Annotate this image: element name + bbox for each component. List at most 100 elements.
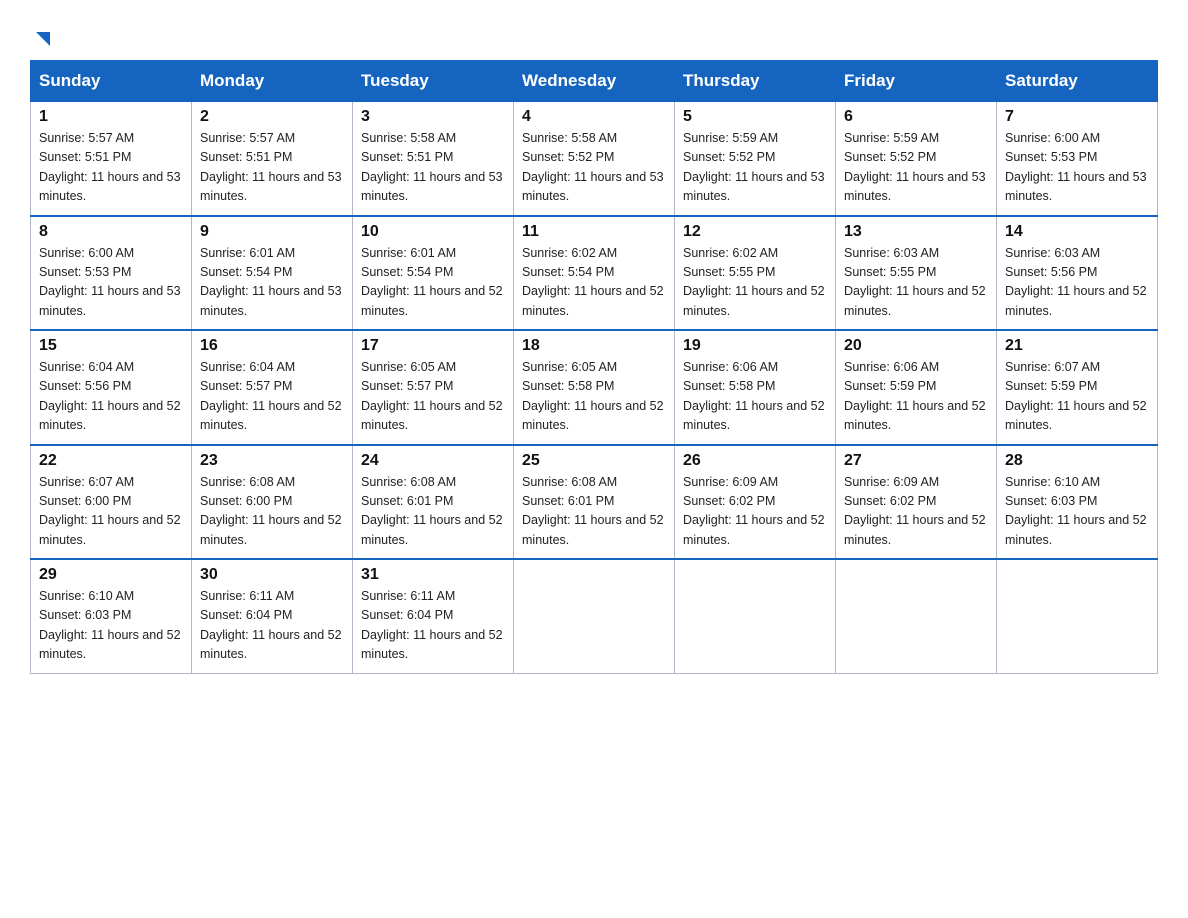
- day-number: 3: [361, 108, 505, 126]
- day-info: Sunrise: 6:03 AMSunset: 5:56 PMDaylight:…: [1005, 244, 1149, 322]
- weekday-header-row: SundayMondayTuesdayWednesdayThursdayFrid…: [31, 61, 1158, 102]
- calendar-cell: [997, 559, 1158, 673]
- calendar-cell: 8Sunrise: 6:00 AMSunset: 5:53 PMDaylight…: [31, 216, 192, 331]
- day-info: Sunrise: 6:05 AMSunset: 5:58 PMDaylight:…: [522, 358, 666, 436]
- calendar-cell: [514, 559, 675, 673]
- day-number: 5: [683, 108, 827, 126]
- day-number: 2: [200, 108, 344, 126]
- logo-triangle-icon: [32, 28, 54, 50]
- calendar-cell: 6Sunrise: 5:59 AMSunset: 5:52 PMDaylight…: [836, 102, 997, 216]
- calendar-cell: 3 Sunrise: 5:58 AMSunset: 5:51 PMDaylight…: [353, 102, 514, 216]
- day-number: 31: [361, 566, 505, 584]
- weekday-header-thursday: Thursday: [675, 61, 836, 102]
- day-info: Sunrise: 5:57 AMSunset: 5:51 PMDaylight:…: [39, 129, 183, 207]
- day-info: Sunrise: 6:07 AMSunset: 5:59 PMDaylight:…: [1005, 358, 1149, 436]
- calendar-week-row: 29 Sunrise: 6:10 AMSunset: 6:03 PMDayligh…: [31, 559, 1158, 673]
- day-info: Sunrise: 6:00 AMSunset: 5:53 PMDaylight:…: [39, 244, 183, 322]
- calendar-cell: 27Sunrise: 6:09 AMSunset: 6:02 PMDayligh…: [836, 445, 997, 560]
- day-info: Sunrise: 5:57 AMSunset: 5:51 PMDaylight:…: [200, 129, 344, 207]
- calendar-cell: 7Sunrise: 6:00 AMSunset: 5:53 PMDaylight…: [997, 102, 1158, 216]
- calendar-week-row: 22 Sunrise: 6:07 AMSunset: 6:00 PMDayligh…: [31, 445, 1158, 560]
- day-number: 23: [200, 452, 344, 470]
- day-info: Sunrise: 6:10 AMSunset: 6:03 PMDaylight:…: [39, 587, 183, 665]
- day-number: 1: [39, 108, 183, 126]
- day-number: 27: [844, 452, 988, 470]
- day-info: Sunrise: 6:03 AMSunset: 5:55 PMDaylight:…: [844, 244, 988, 322]
- day-number: 16: [200, 337, 344, 355]
- day-info: Sunrise: 6:02 AMSunset: 5:55 PMDaylight:…: [683, 244, 827, 322]
- weekday-header-monday: Monday: [192, 61, 353, 102]
- weekday-header-wednesday: Wednesday: [514, 61, 675, 102]
- calendar-cell: 12Sunrise: 6:02 AMSunset: 5:55 PMDayligh…: [675, 216, 836, 331]
- day-number: 13: [844, 223, 988, 241]
- day-number: 11: [522, 223, 666, 241]
- calendar-week-row: 15Sunrise: 6:04 AMSunset: 5:56 PMDayligh…: [31, 330, 1158, 445]
- day-info: Sunrise: 6:10 AMSunset: 6:03 PMDaylight:…: [1005, 473, 1149, 551]
- calendar-cell: 29 Sunrise: 6:10 AMSunset: 6:03 PMDayligh…: [31, 559, 192, 673]
- calendar-cell: 16 Sunrise: 6:04 AMSunset: 5:57 PMDayligh…: [192, 330, 353, 445]
- day-number: 14: [1005, 223, 1149, 241]
- calendar-cell: [836, 559, 997, 673]
- calendar-cell: 18 Sunrise: 6:05 AMSunset: 5:58 PMDayligh…: [514, 330, 675, 445]
- weekday-header-friday: Friday: [836, 61, 997, 102]
- calendar-cell: [675, 559, 836, 673]
- calendar-cell: 2 Sunrise: 5:57 AMSunset: 5:51 PMDaylight…: [192, 102, 353, 216]
- day-info: Sunrise: 5:59 AMSunset: 5:52 PMDaylight:…: [844, 129, 988, 207]
- day-info: Sunrise: 6:08 AMSunset: 6:01 PMDaylight:…: [522, 473, 666, 551]
- day-number: 26: [683, 452, 827, 470]
- day-info: Sunrise: 6:04 AMSunset: 5:57 PMDaylight:…: [200, 358, 344, 436]
- calendar-cell: 17 Sunrise: 6:05 AMSunset: 5:57 PMDayligh…: [353, 330, 514, 445]
- calendar-cell: 5 Sunrise: 5:59 AMSunset: 5:52 PMDaylight…: [675, 102, 836, 216]
- day-info: Sunrise: 6:01 AMSunset: 5:54 PMDaylight:…: [361, 244, 505, 322]
- day-number: 30: [200, 566, 344, 584]
- calendar-cell: 23 Sunrise: 6:08 AMSunset: 6:00 PMDayligh…: [192, 445, 353, 560]
- day-number: 24: [361, 452, 505, 470]
- day-info: Sunrise: 6:08 AMSunset: 6:01 PMDaylight:…: [361, 473, 505, 551]
- day-info: Sunrise: 6:06 AMSunset: 5:58 PMDaylight:…: [683, 358, 827, 436]
- calendar-cell: 31Sunrise: 6:11 AMSunset: 6:04 PMDayligh…: [353, 559, 514, 673]
- calendar-cell: 4 Sunrise: 5:58 AMSunset: 5:52 PMDaylight…: [514, 102, 675, 216]
- calendar-cell: 24 Sunrise: 6:08 AMSunset: 6:01 PMDayligh…: [353, 445, 514, 560]
- calendar-cell: 21 Sunrise: 6:07 AMSunset: 5:59 PMDayligh…: [997, 330, 1158, 445]
- day-number: 10: [361, 223, 505, 241]
- day-number: 21: [1005, 337, 1149, 355]
- day-info: Sunrise: 6:08 AMSunset: 6:00 PMDaylight:…: [200, 473, 344, 551]
- calendar-cell: 19 Sunrise: 6:06 AMSunset: 5:58 PMDayligh…: [675, 330, 836, 445]
- calendar-cell: 11 Sunrise: 6:02 AMSunset: 5:54 PMDayligh…: [514, 216, 675, 331]
- day-number: 25: [522, 452, 666, 470]
- calendar-cell: 30 Sunrise: 6:11 AMSunset: 6:04 PMDayligh…: [192, 559, 353, 673]
- calendar-cell: 26 Sunrise: 6:09 AMSunset: 6:02 PMDayligh…: [675, 445, 836, 560]
- day-number: 18: [522, 337, 666, 355]
- day-info: Sunrise: 6:05 AMSunset: 5:57 PMDaylight:…: [361, 358, 505, 436]
- day-info: Sunrise: 5:59 AMSunset: 5:52 PMDaylight:…: [683, 129, 827, 207]
- calendar-week-row: 8Sunrise: 6:00 AMSunset: 5:53 PMDaylight…: [31, 216, 1158, 331]
- day-number: 9: [200, 223, 344, 241]
- day-number: 29: [39, 566, 183, 584]
- logo: [30, 20, 54, 50]
- day-number: 17: [361, 337, 505, 355]
- calendar-week-row: 1 Sunrise: 5:57 AMSunset: 5:51 PMDaylight…: [31, 102, 1158, 216]
- calendar-cell: 28 Sunrise: 6:10 AMSunset: 6:03 PMDayligh…: [997, 445, 1158, 560]
- calendar-cell: 25 Sunrise: 6:08 AMSunset: 6:01 PMDayligh…: [514, 445, 675, 560]
- day-info: Sunrise: 6:01 AMSunset: 5:54 PMDaylight:…: [200, 244, 344, 322]
- day-number: 28: [1005, 452, 1149, 470]
- day-info: Sunrise: 6:02 AMSunset: 5:54 PMDaylight:…: [522, 244, 666, 322]
- day-number: 4: [522, 108, 666, 126]
- calendar-cell: 13 Sunrise: 6:03 AMSunset: 5:55 PMDayligh…: [836, 216, 997, 331]
- day-number: 20: [844, 337, 988, 355]
- weekday-header-tuesday: Tuesday: [353, 61, 514, 102]
- day-info: Sunrise: 5:58 AMSunset: 5:52 PMDaylight:…: [522, 129, 666, 207]
- day-info: Sunrise: 6:07 AMSunset: 6:00 PMDaylight:…: [39, 473, 183, 551]
- day-info: Sunrise: 5:58 AMSunset: 5:51 PMDaylight:…: [361, 129, 505, 207]
- day-info: Sunrise: 6:00 AMSunset: 5:53 PMDaylight:…: [1005, 129, 1149, 207]
- calendar-cell: 20Sunrise: 6:06 AMSunset: 5:59 PMDayligh…: [836, 330, 997, 445]
- weekday-header-saturday: Saturday: [997, 61, 1158, 102]
- calendar-cell: 9 Sunrise: 6:01 AMSunset: 5:54 PMDaylight…: [192, 216, 353, 331]
- calendar-cell: 14 Sunrise: 6:03 AMSunset: 5:56 PMDayligh…: [997, 216, 1158, 331]
- weekday-header-sunday: Sunday: [31, 61, 192, 102]
- day-info: Sunrise: 6:11 AMSunset: 6:04 PMDaylight:…: [200, 587, 344, 665]
- calendar-cell: 10 Sunrise: 6:01 AMSunset: 5:54 PMDayligh…: [353, 216, 514, 331]
- day-number: 19: [683, 337, 827, 355]
- day-info: Sunrise: 6:09 AMSunset: 6:02 PMDaylight:…: [683, 473, 827, 551]
- day-number: 22: [39, 452, 183, 470]
